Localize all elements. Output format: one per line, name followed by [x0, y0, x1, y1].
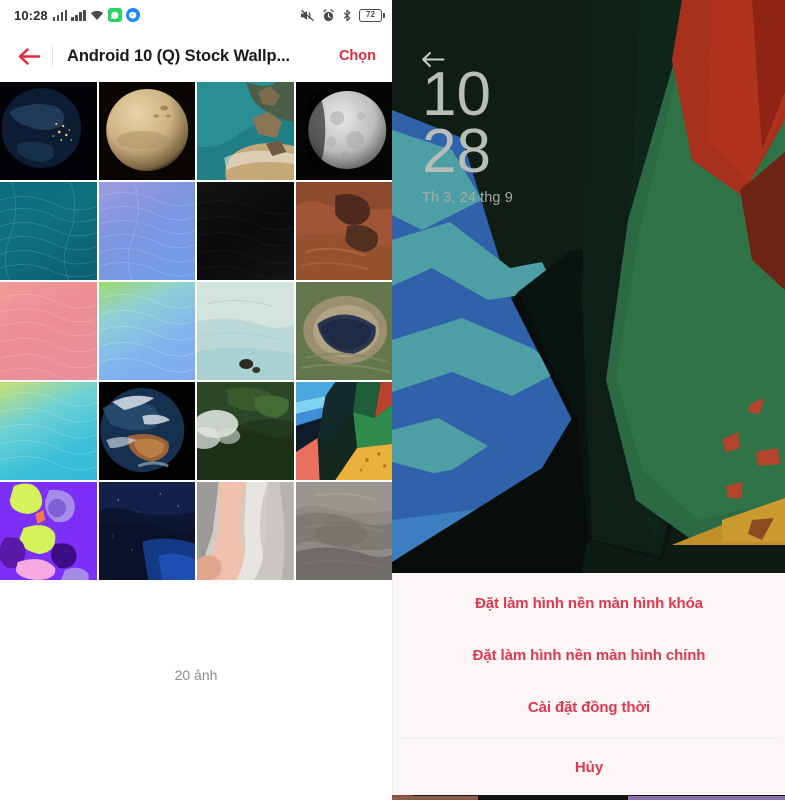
wallpaper-grid [0, 82, 392, 580]
thumbnail-pale-lagoon[interactable] [197, 282, 294, 380]
whatsapp-icon [107, 8, 122, 22]
cancel-button[interactable]: Hủy [393, 739, 785, 795]
bluetooth-icon [342, 9, 352, 22]
thumbnail-gray-terrain[interactable] [295, 482, 392, 580]
status-bar-clock: 10:28 [14, 7, 48, 23]
lock-screen-clock: 10 28 Th 3, 24 thg 9 [422, 60, 513, 207]
thumbnail-earth-night-lights[interactable] [0, 82, 97, 180]
signal-bars-sim2-icon [71, 9, 86, 21]
status-bar: 10:28 72 [0, 0, 392, 30]
thumbnail-coral-swirl[interactable] [0, 282, 97, 380]
app-bar: Android 10 (Q) Stock Wallp... Chọn [0, 30, 392, 82]
thumbnail-moon-gray[interactable] [295, 82, 392, 180]
thumbnail-pink-beige-shapes[interactable] [197, 482, 294, 580]
thumbnail-blue-yellow-swirl[interactable] [98, 282, 195, 380]
wifi-icon [90, 9, 104, 21]
clock-minutes: 28 [422, 117, 491, 187]
thumbnail-geometric-landscape[interactable] [295, 382, 392, 480]
dual-screenshot: 10:28 72 Android 10 (Q) Stock Wallp... C… [0, 0, 785, 800]
thumbnail-blue-violet-swirl[interactable] [98, 182, 195, 280]
thumbnail-teal-swirl[interactable] [0, 182, 97, 280]
page-title: Android 10 (Q) Stock Wallp... [67, 46, 290, 65]
thumbnail-coastline-aerial[interactable] [197, 82, 294, 180]
app-bar-divider [52, 46, 53, 66]
clock-hours: 10 [422, 60, 491, 129]
status-bar-left-icons [52, 8, 140, 22]
back-arrow-icon[interactable] [14, 41, 44, 71]
thumbnail-crater-lake[interactable] [295, 282, 392, 380]
messenger-icon [125, 8, 140, 22]
navigation-bar-strip [392, 796, 785, 800]
mute-icon [300, 9, 315, 22]
photo-count-label: 20 ảnh [174, 667, 218, 683]
signal-bars-sim1-icon [52, 9, 68, 21]
set-lock-screen-wallpaper-button[interactable]: Đặt làm hình nền màn hình khóa [393, 577, 785, 629]
set-home-screen-wallpaper-button[interactable]: Đặt làm hình nền màn hình chính [393, 629, 785, 681]
thumbnail-black-swirl[interactable] [197, 182, 294, 280]
lock-screen-date: Th 3, 24 thg 9 [422, 190, 513, 207]
thumbnail-earth-from-space[interactable] [98, 382, 195, 480]
battery-icon: 72 [359, 8, 385, 22]
choose-button[interactable]: Chọn [339, 48, 376, 64]
set-both-wallpaper-button[interactable]: Cài đặt đồng thời [393, 681, 785, 733]
photo-count-footer: 20 ảnh [0, 580, 392, 800]
thumbnail-mars-planet[interactable] [98, 82, 195, 180]
wallpaper-action-sheet: Đặt làm hình nền màn hình khóa Đặt làm h… [392, 573, 785, 795]
alarm-icon [322, 8, 335, 22]
thumbnail-red-desert-canyon[interactable] [295, 182, 392, 280]
gallery-picker-panel: 10:28 72 Android 10 (Q) Stock Wallp... C… [0, 0, 392, 800]
status-bar-right-icons: 72 [300, 8, 385, 22]
thumbnail-purple-blobs[interactable] [0, 482, 97, 580]
wallpaper-preview-panel: 10 28 Th 3, 24 thg 9 Đặt làm hình nền mà… [392, 0, 785, 800]
thumbnail-cyan-yellow-swirl[interactable] [0, 382, 97, 480]
thumbnail-deep-blue-night[interactable] [98, 482, 195, 580]
thumbnail-forest-clouds[interactable] [197, 382, 294, 480]
